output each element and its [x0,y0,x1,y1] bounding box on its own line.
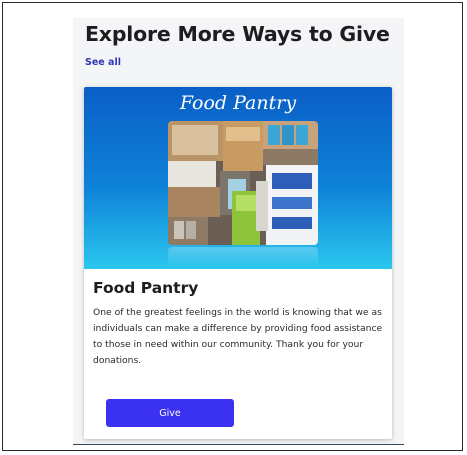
food-pantry-card[interactable]: Food Pantry Food Pantry One of the great… [84,87,392,439]
food-donations-photo [168,121,318,245]
food-boxes-image [168,121,318,245]
photo-reflection [168,247,318,267]
page-frame: Explore More Ways to Give See all Food P… [2,2,463,451]
card-title: Food Pantry [93,279,199,297]
give-button[interactable]: Give [106,399,234,427]
banner-title: Food Pantry [179,92,297,114]
see-all-link[interactable]: See all [85,57,121,68]
section-title: Explore More Ways to Give [85,22,390,46]
ways-to-give-panel: Explore More Ways to Give See all Food P… [73,18,404,445]
card-description: One of the greatest feelings in the worl… [93,307,383,366]
card-banner: Food Pantry [84,87,392,269]
